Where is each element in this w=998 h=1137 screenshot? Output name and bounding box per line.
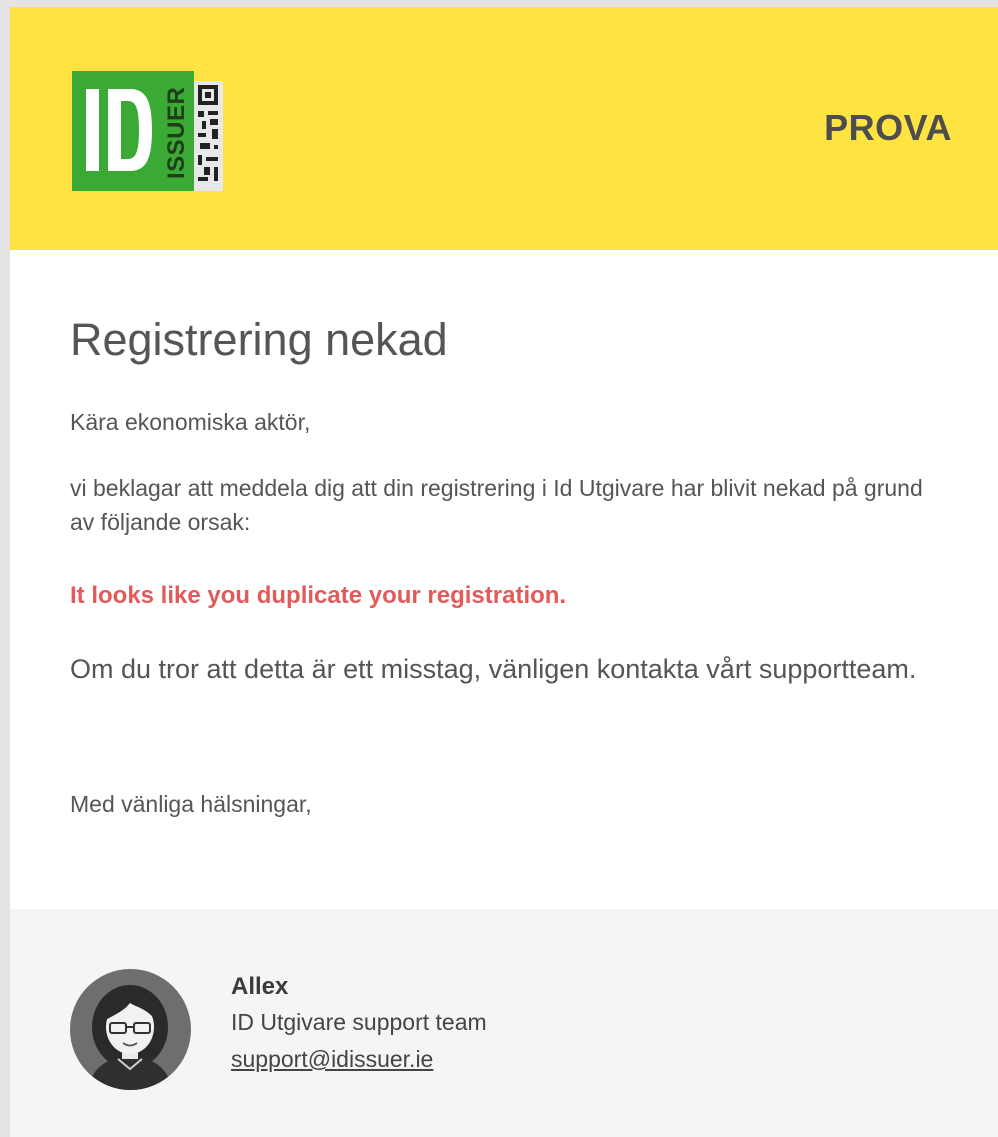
email-header: ISSUER PROVA	[10, 7, 998, 250]
closing-text: Med vänliga hälsningar,	[70, 791, 312, 817]
signature-block: Allex ID Utgivare support team support@i…	[231, 971, 487, 1077]
email-container: ISSUER PROVA Registrering nekad Kära eko…	[0, 0, 998, 1137]
prova-label: PROVA	[824, 107, 952, 148]
message-text: vi beklagar att meddela dig att din regi…	[70, 475, 923, 535]
woman-avatar-icon	[70, 969, 191, 1090]
signature-footer: Allex ID Utgivare support team support@i…	[10, 909, 998, 1137]
greeting-text: Kära ekonomiska aktör,	[70, 409, 311, 435]
email-title: Registrering nekad	[70, 314, 448, 365]
svg-text:ISSUER: ISSUER	[163, 87, 190, 179]
signature-name: Allex	[231, 973, 289, 1000]
rejection-reason: It looks like you duplicate your registr…	[70, 582, 567, 609]
signature-team: ID Utgivare support team	[231, 1009, 487, 1035]
email-body: Registrering nekad Kära ekonomiska aktör…	[70, 311, 950, 817]
support-email-link[interactable]: support@idissuer.ie	[231, 1046, 433, 1072]
idissuer-logo: ISSUER	[72, 71, 223, 191]
idissuer-logo-icon: ISSUER	[72, 71, 223, 191]
contact-text: Om du tror att detta är ett misstag, vän…	[70, 654, 917, 684]
